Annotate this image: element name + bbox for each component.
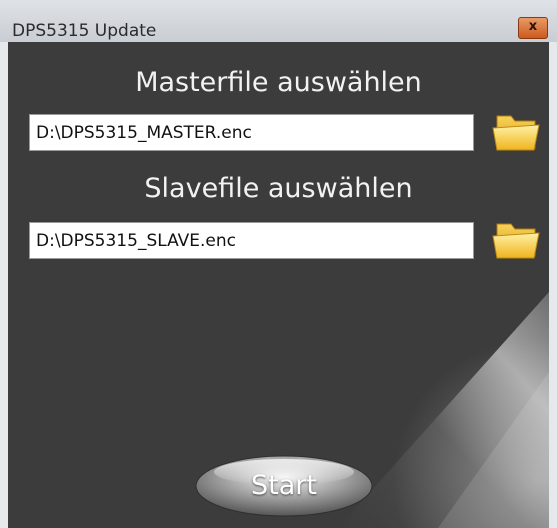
- folder-icon: [492, 115, 540, 151]
- masterfile-path-input[interactable]: [29, 114, 474, 151]
- folder-icon: [492, 223, 540, 259]
- window-title: DPS5315 Update: [12, 21, 157, 41]
- dialog-body: Masterfile auswählen Slavefile aus: [8, 42, 549, 528]
- update-window: DPS5315 Update x Masterfile auswählen D:…: [0, 0, 557, 528]
- title-bar[interactable]: DPS5315 Update x: [0, 0, 557, 42]
- start-button[interactable]: Start: [194, 452, 374, 518]
- masterfile-heading: Masterfile auswählen: [135, 67, 422, 98]
- slavefile-heading: Slavefile auswählen: [144, 173, 413, 204]
- slavefile-browse-button[interactable]: [491, 216, 543, 262]
- close-button[interactable]: x: [518, 17, 548, 39]
- start-button-label: Start: [251, 470, 317, 501]
- masterfile-browse-button[interactable]: [491, 108, 543, 154]
- slavefile-path-input[interactable]: [29, 222, 474, 259]
